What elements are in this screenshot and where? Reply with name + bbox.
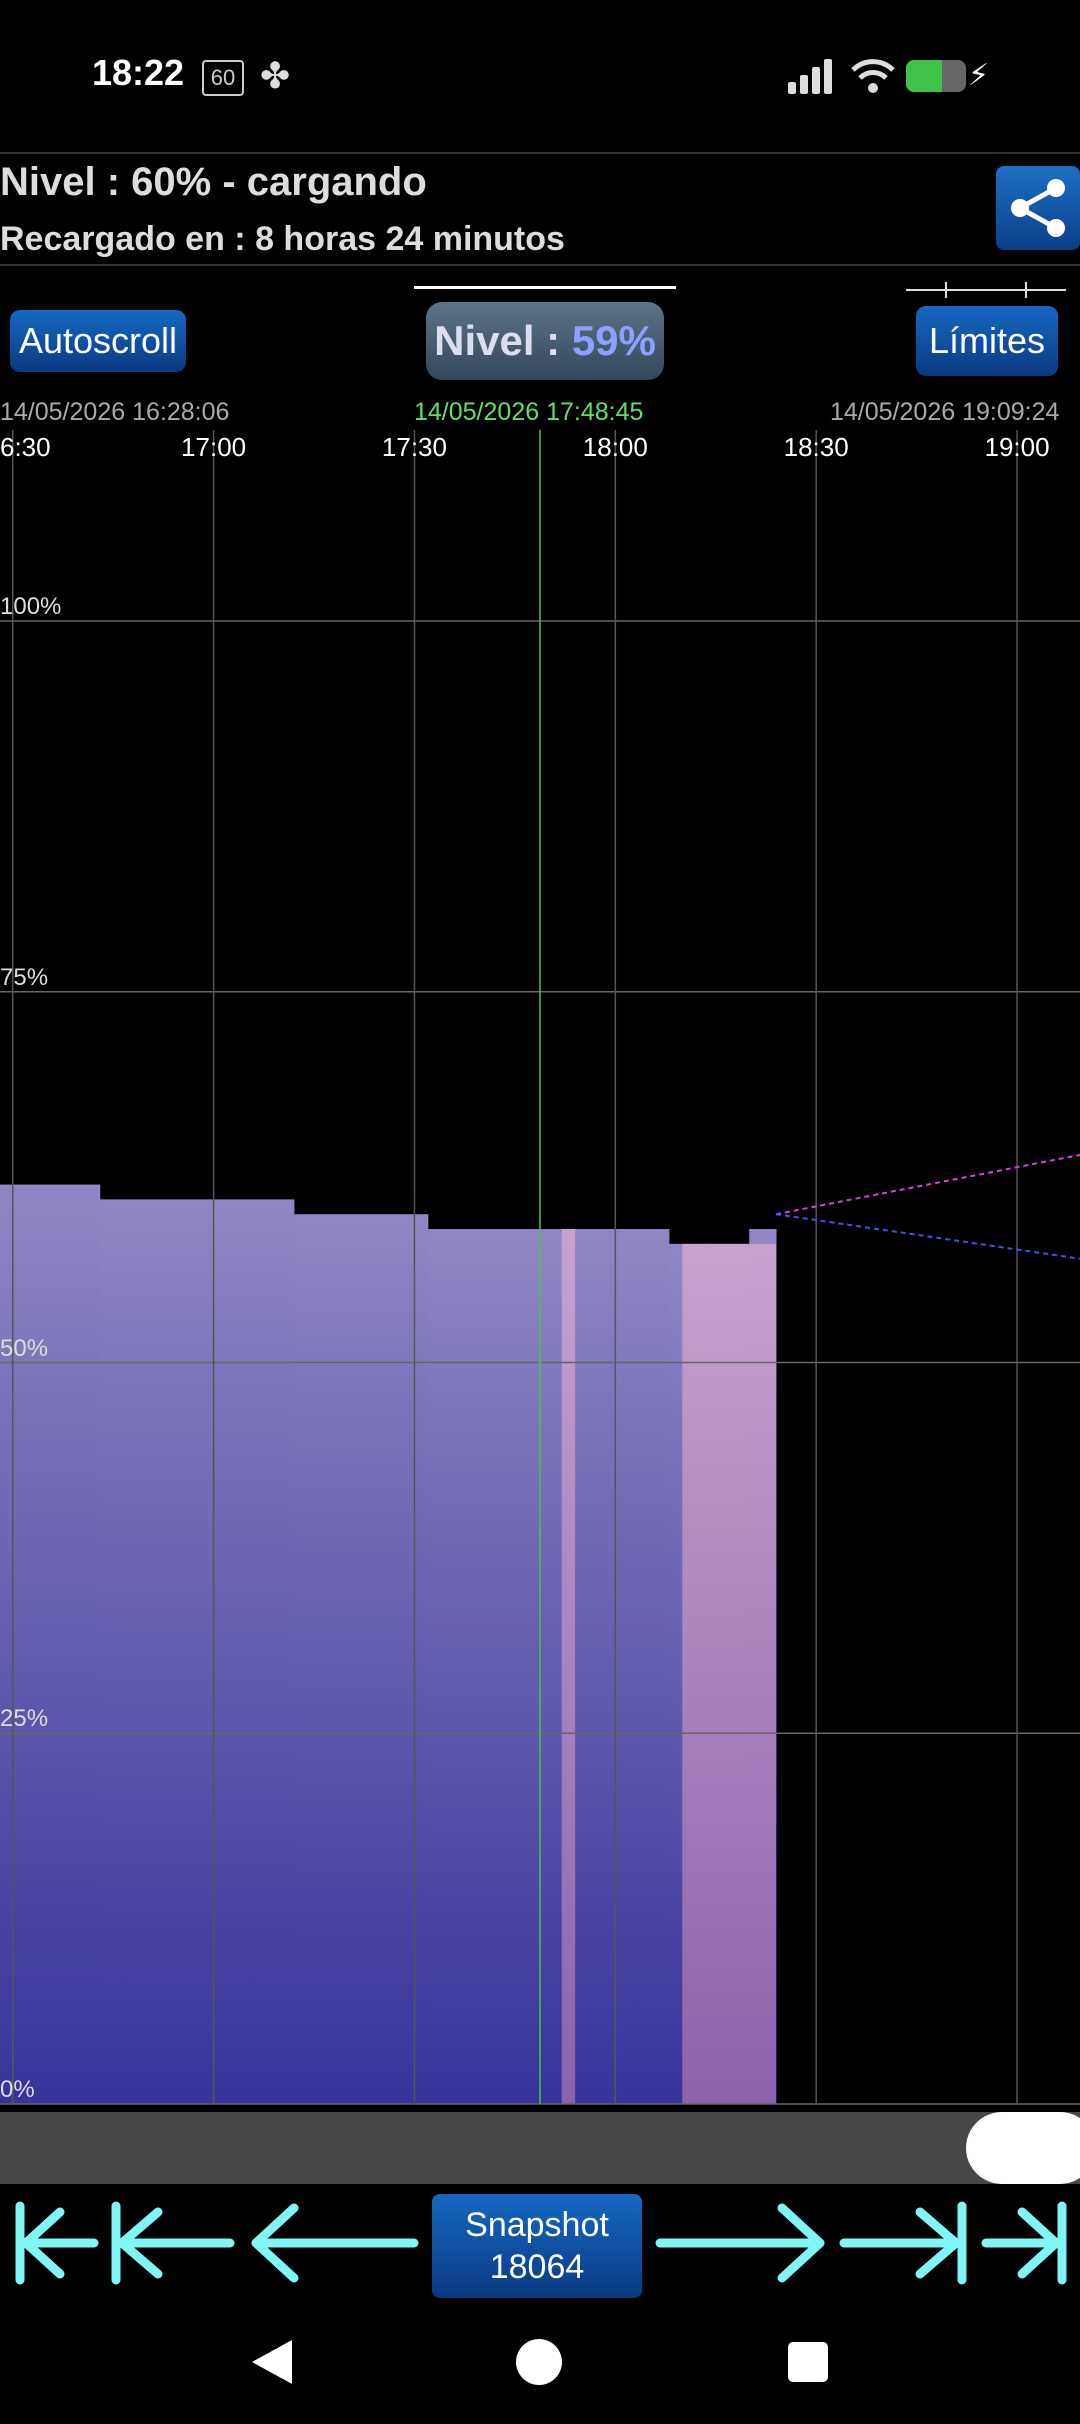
- charging-band: [682, 1243, 777, 2104]
- level-area-step: [427, 1229, 670, 2104]
- forward-icon[interactable]: [655, 2203, 825, 2283]
- y-tick-label: 75%: [0, 963, 49, 991]
- jump-back-icon[interactable]: [111, 2201, 235, 2285]
- range-indicator: [906, 282, 1066, 298]
- x-tick-label: 18:30: [783, 432, 849, 462]
- y-tick-label: 0%: [0, 2076, 35, 2103]
- share-button[interactable]: [996, 166, 1080, 250]
- y-tick-label: 50%: [0, 1334, 49, 1362]
- projection-line: [775, 1213, 1080, 1260]
- wifi-icon: [851, 59, 895, 93]
- y-tick-label: 100%: [0, 593, 62, 620]
- fan-icon: ✤: [260, 55, 291, 96]
- snapshot-label: Snapshot: [465, 2206, 609, 2244]
- level-area-step: [293, 1214, 429, 2104]
- autoscroll-button[interactable]: Autoscroll: [10, 310, 186, 372]
- first-icon[interactable]: [15, 2201, 99, 2285]
- battery-icon: [906, 60, 966, 92]
- level-area-step: [0, 1184, 101, 2104]
- timeline-scrollbar[interactable]: [0, 2112, 1080, 2184]
- battery-level-chart[interactable]: [0, 420, 1080, 2110]
- level-readout-value: 59%: [571, 317, 656, 364]
- snapshot-number: 18064: [489, 2248, 585, 2286]
- level-area-step: [99, 1199, 295, 2104]
- y-tick-label: 25%: [0, 1705, 49, 1733]
- x-tick-label: 18:00: [582, 432, 648, 462]
- back-triangle-icon[interactable]: [252, 2340, 292, 2384]
- divider: [0, 264, 1080, 266]
- signal-icon: [788, 59, 832, 94]
- x-tick-label: 6:30: [0, 432, 51, 462]
- level-readout-label: Nivel :: [434, 317, 572, 364]
- scrollbar-thumb[interactable]: [966, 2112, 1080, 2184]
- clock: 18:22: [92, 52, 185, 93]
- recharge-time-text: Recargado en : 8 horas 24 minutos: [0, 220, 565, 258]
- x-tick-label: 17:30: [381, 432, 447, 462]
- home-circle-icon[interactable]: [516, 2339, 562, 2385]
- refresh-rate-icon: 60: [202, 60, 244, 96]
- status-bar: 18:22 60 ✤ ⚡: [0, 0, 1080, 150]
- level-readout[interactable]: Nivel : 59%: [426, 302, 664, 380]
- jump-forward-icon[interactable]: [839, 2201, 967, 2285]
- charging-bolt-icon: ⚡: [968, 59, 990, 92]
- charging-band: [561, 1229, 576, 2104]
- back-icon[interactable]: [251, 2203, 419, 2283]
- system-navigation-bar: [252, 2339, 828, 2385]
- divider: [0, 152, 1080, 154]
- selection-indicator: [414, 286, 676, 289]
- x-tick-label: 19:00: [984, 432, 1050, 462]
- snapshot-button[interactable]: Snapshot 18064: [432, 2194, 642, 2298]
- level-status-text: Nivel : 60% - cargando: [0, 160, 427, 204]
- limits-button[interactable]: Límites: [916, 306, 1058, 376]
- recents-square-icon[interactable]: [788, 2342, 828, 2382]
- last-icon[interactable]: [981, 2201, 1067, 2285]
- x-tick-label: 17:00: [181, 432, 247, 462]
- projection-line: [775, 1153, 1080, 1216]
- share-icon: [1011, 179, 1065, 237]
